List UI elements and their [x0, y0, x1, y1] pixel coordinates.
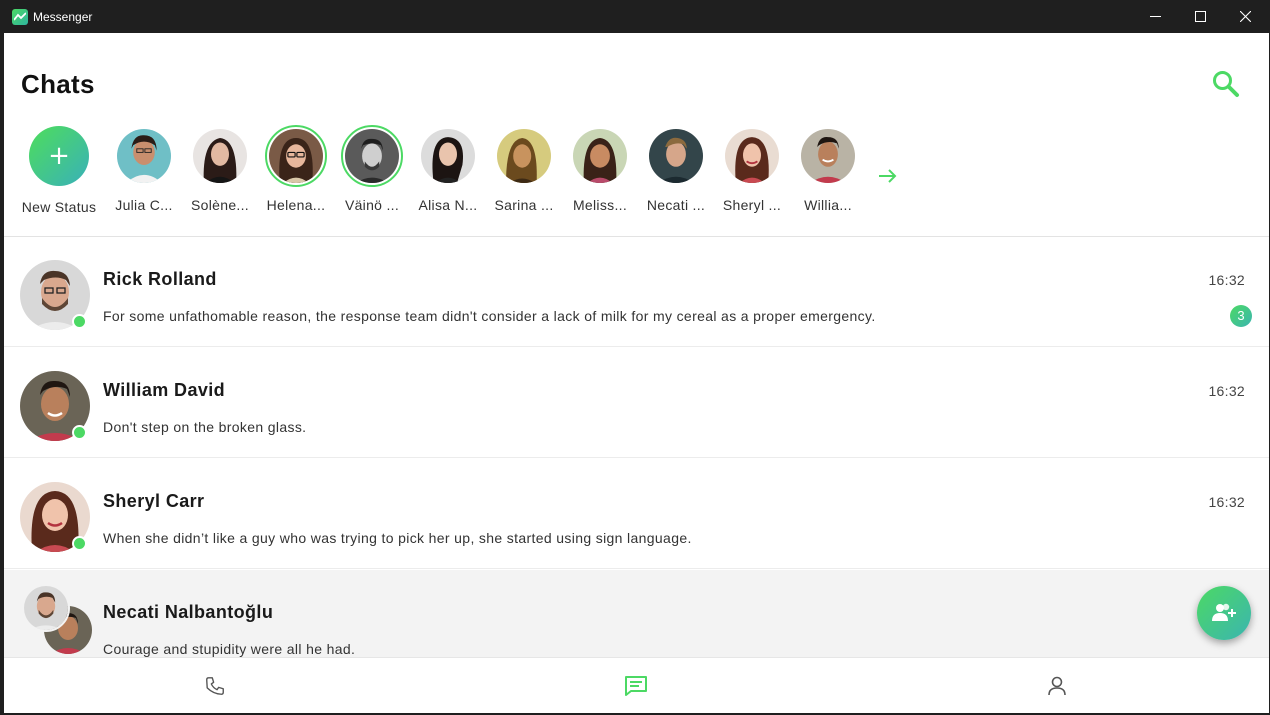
status-item[interactable]: Necati ... — [637, 125, 715, 213]
nav-chats-button[interactable] — [606, 658, 666, 713]
status-label: Alisa N... — [418, 197, 478, 213]
status-label: Meliss... — [572, 197, 628, 213]
chat-row[interactable]: Sheryl Carr 16:32 When she didn’t like a… — [4, 459, 1269, 569]
chat-last-message: Courage and stupidity were all he had. — [103, 641, 356, 657]
avatar — [193, 129, 247, 183]
add-contact-button[interactable] — [1197, 586, 1251, 640]
new-status-button[interactable]: + New Status — [20, 125, 98, 215]
chat-time: 16:32 — [1208, 383, 1245, 399]
status-item[interactable]: Väinö ... — [333, 125, 411, 213]
chat-name: William David — [103, 380, 226, 400]
chat-name: Sheryl Carr — [103, 491, 205, 511]
chat-time: 16:32 — [1208, 494, 1245, 510]
messenger-window: Messenger Chats + New Status Julia C... … — [0, 0, 1270, 715]
nav-profile-button[interactable] — [1027, 658, 1087, 713]
status-item[interactable]: Sheryl ... — [713, 125, 791, 213]
page-title: Chats — [21, 69, 95, 99]
status-label: Necati ... — [646, 197, 706, 213]
title-bar: Messenger — [0, 0, 1270, 33]
maximize-button[interactable] — [1177, 0, 1223, 33]
user-icon — [1048, 676, 1066, 696]
unread-badge: 3 — [1230, 305, 1252, 327]
status-label: Julia C... — [115, 197, 173, 213]
avatar — [573, 129, 627, 183]
chat-row[interactable]: Rick Rolland 16:32 For some unfathomable… — [4, 237, 1269, 347]
window-title: Messenger — [33, 10, 93, 24]
chat-last-message: When she didn’t like a guy who was tryin… — [103, 530, 692, 546]
status-item[interactable]: Willia... — [789, 125, 867, 213]
add-contact-icon — [1212, 603, 1236, 621]
new-status-label: New Status — [21, 199, 97, 215]
chat-name: Necati Nalbantoğlu — [103, 602, 274, 622]
online-indicator — [72, 536, 87, 551]
status-label: Helena... — [266, 197, 326, 213]
chat-name: Rick Rolland — [103, 269, 217, 289]
chat-last-message: Don't step on the broken glass. — [103, 419, 307, 435]
more-statuses-button[interactable] — [876, 166, 900, 186]
status-label: Sheryl ... — [722, 197, 782, 213]
avatar — [22, 584, 70, 632]
status-label: Sarina ... — [494, 197, 554, 213]
search-icon — [1213, 71, 1239, 97]
online-indicator — [72, 425, 87, 440]
avatar — [725, 129, 779, 183]
status-item[interactable]: Sarina ... — [485, 125, 563, 213]
avatar — [117, 129, 171, 183]
avatar — [649, 129, 703, 183]
status-label: Solène... — [191, 197, 249, 213]
status-item[interactable]: Julia C... — [105, 125, 183, 213]
messenger-app-icon — [12, 9, 28, 25]
bottom-navigation — [4, 657, 1269, 713]
avatar — [497, 129, 551, 183]
avatar — [345, 129, 399, 183]
chat-row[interactable]: William David 16:32 Don't step on the br… — [4, 348, 1269, 458]
maximize-icon — [1194, 11, 1206, 22]
arrow-right-icon — [879, 169, 897, 183]
chat-bubble-icon — [625, 676, 647, 696]
status-label: Väinö ... — [344, 197, 400, 213]
online-indicator — [72, 314, 87, 329]
plus-icon: + — [29, 126, 89, 186]
chat-last-message: For some unfathomable reason, the respon… — [103, 308, 876, 324]
status-item[interactable]: Meliss... — [561, 125, 639, 213]
status-item[interactable]: Solène... — [181, 125, 259, 213]
status-item[interactable]: Alisa N... — [409, 125, 487, 213]
status-label: Willia... — [804, 197, 852, 213]
search-button[interactable] — [1211, 69, 1241, 99]
nav-calls-button[interactable] — [185, 658, 245, 713]
app-content: Chats + New Status Julia C... Solène... — [4, 33, 1269, 713]
close-button[interactable] — [1222, 0, 1268, 33]
avatar — [801, 129, 855, 183]
minimize-icon — [1149, 16, 1161, 17]
chat-time: 16:32 — [1208, 272, 1245, 288]
status-item[interactable]: Helena... — [257, 125, 335, 213]
avatar — [421, 129, 475, 183]
phone-icon — [206, 677, 224, 695]
avatar — [269, 129, 323, 183]
close-icon — [1239, 11, 1251, 22]
minimize-button[interactable] — [1132, 0, 1178, 33]
